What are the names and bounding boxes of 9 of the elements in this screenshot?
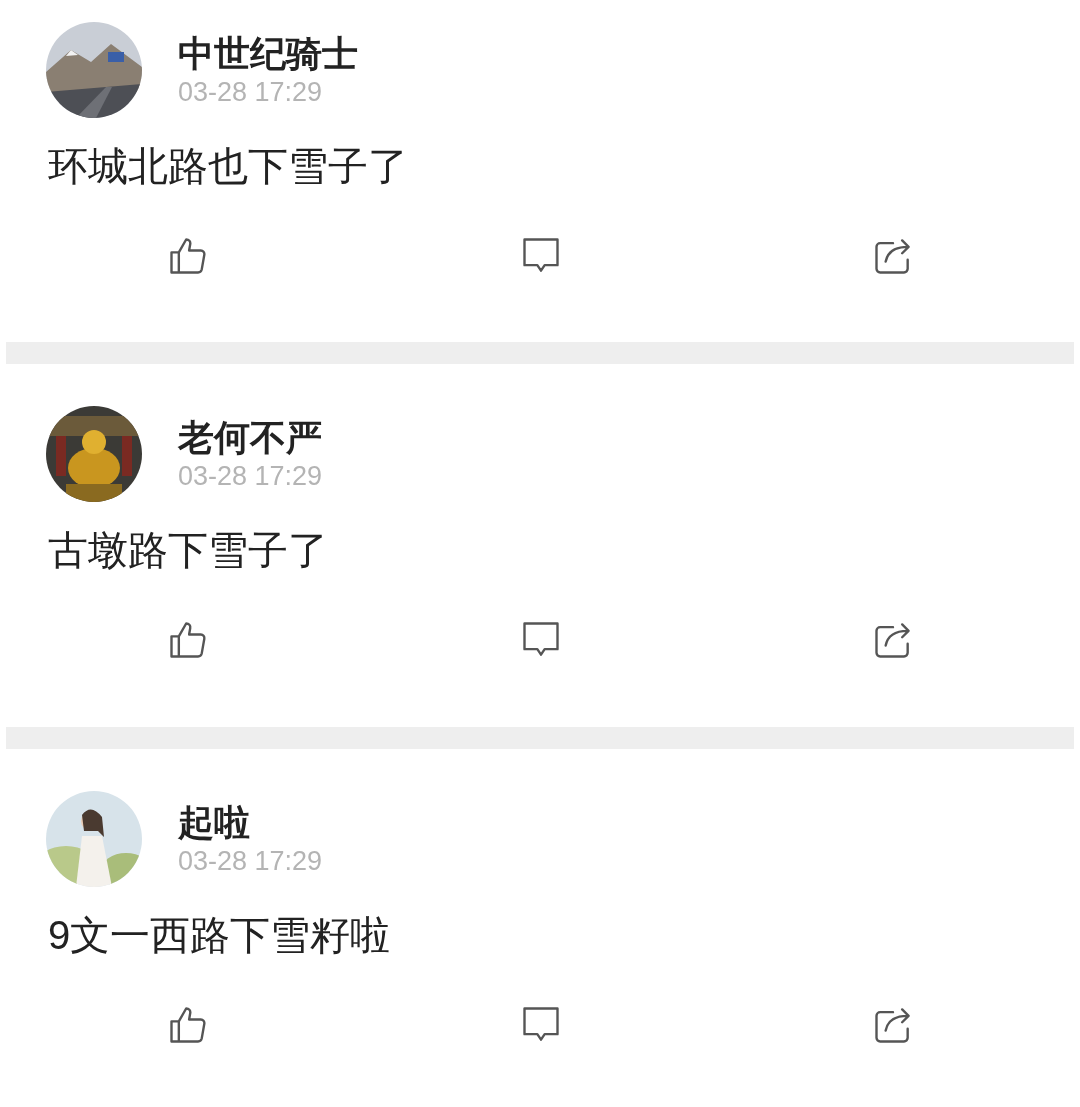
post-time: 03-28 17:29 bbox=[178, 460, 323, 492]
post-time: 03-28 17:29 bbox=[178, 76, 324, 108]
post-text: 9文一西路下雪籽啦 bbox=[48, 912, 391, 959]
post-text: 古墩路下雪子了 bbox=[48, 527, 328, 574]
author-name: 中世纪骑士 bbox=[178, 32, 358, 76]
post-time: 03-28 17:29 bbox=[178, 845, 323, 877]
post-text: 环城北路也下雪子了 bbox=[48, 143, 408, 190]
author-name: 起啦 bbox=[178, 801, 251, 845]
author-name: 老何不严 bbox=[178, 416, 323, 460]
